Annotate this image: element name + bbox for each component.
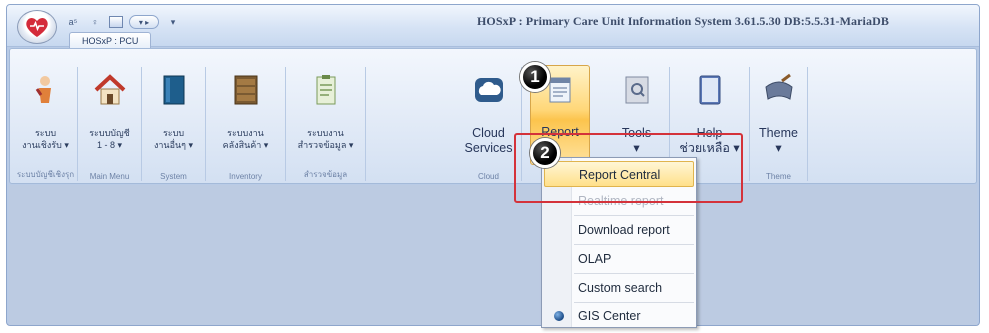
- group-cloud[interactable]: Cloud Services Cloud: [456, 67, 522, 181]
- callout-step-1: 1: [520, 62, 550, 92]
- proactive-caption: ระบบบัญชีเชิงรุก: [16, 170, 75, 179]
- group-system[interactable]: ระบบ งานอื่นๆ ▾ System: [142, 67, 206, 181]
- menu-separator: [574, 244, 694, 245]
- group-main-menu[interactable]: ระบบบัญชี 1 - 8 ▾ Main Menu: [78, 67, 142, 181]
- window-title: HOSxP : Primary Care Unit Information Sy…: [477, 14, 889, 28]
- menu-item-gis-center[interactable]: GIS Center: [544, 303, 694, 329]
- menu-item-download-report[interactable]: Download report: [544, 217, 694, 243]
- tools-icon: [620, 73, 654, 107]
- inventory-caption: Inventory: [229, 172, 262, 181]
- proactive-label: ระบบ งานเชิงรับ ▾: [22, 128, 69, 150]
- group-inventory[interactable]: ระบบงาน คลังสินค้า ▾ Inventory: [206, 67, 286, 181]
- menu-item-olap[interactable]: OLAP: [544, 246, 694, 272]
- quick-access-toolbar: a⁵ ♀ ▾ ▸ ▾: [65, 13, 181, 31]
- cloud-caption: Cloud: [478, 172, 499, 181]
- application-window: a⁵ ♀ ▾ ▸ ▾ HOSxP : Primary Care Unit Inf…: [6, 4, 980, 326]
- book-icon: [157, 73, 191, 107]
- theme-caption: Theme: [766, 172, 791, 181]
- clipboard-icon: [309, 73, 343, 107]
- title-bar: a⁵ ♀ ▾ ▸ ▾ HOSxP : Primary Care Unit Inf…: [7, 5, 979, 49]
- heart-logo-icon: [26, 18, 48, 37]
- survey-caption: สำรวจข้อมูล: [303, 170, 348, 179]
- help-icon: [693, 73, 727, 107]
- house-icon: [93, 73, 127, 107]
- user-icon[interactable]: ♀: [87, 15, 103, 29]
- ribbon: ระบบ งานเชิงรับ ▾ ระบบบัญชีเชิงรุก ระบบบ…: [9, 48, 977, 184]
- menu-separator: [574, 273, 694, 274]
- app-menu-button[interactable]: [17, 10, 57, 44]
- qat-dropdown-icon[interactable]: ▾ ▸: [129, 15, 159, 29]
- menu-separator: [574, 215, 694, 216]
- menu-item-custom-search[interactable]: Custom search: [544, 275, 694, 301]
- window-icon[interactable]: [109, 16, 123, 28]
- main-menu-label: ระบบบัญชี 1 - 8 ▾: [89, 128, 130, 150]
- theme-label: Theme ▾: [759, 126, 798, 155]
- callout-step-2: 2: [530, 138, 560, 168]
- person-icon: [29, 73, 63, 107]
- inventory-label: ระบบงาน คลังสินค้า ▾: [222, 128, 269, 150]
- tab-hosxp-pcu[interactable]: HOSxP : PCU: [69, 32, 152, 49]
- system-label: ระบบ งานอื่นๆ ▾: [153, 128, 193, 150]
- main-menu-caption: Main Menu: [89, 172, 130, 181]
- cabinet-icon: [229, 73, 263, 107]
- group-theme[interactable]: Theme ▾ Theme: [750, 67, 808, 181]
- survey-label: ระบบงาน สำรวจข้อมูล ▾: [297, 128, 354, 150]
- workspace-area: [9, 185, 977, 325]
- cloud-icon: [472, 73, 506, 107]
- group-survey[interactable]: ระบบงาน สำรวจข้อมูล ▾ สำรวจข้อมูล: [286, 67, 366, 181]
- cloud-services-label: Cloud Services: [464, 126, 513, 155]
- system-caption: System: [160, 172, 187, 181]
- zoom-icon[interactable]: a⁵: [65, 15, 81, 29]
- gis-center-label: GIS Center: [578, 309, 641, 323]
- globe-icon: [554, 311, 564, 321]
- group-proactive[interactable]: ระบบ งานเชิงรับ ▾ ระบบบัญชีเชิงรุก: [14, 67, 78, 181]
- customize-qat-icon[interactable]: ▾: [165, 15, 181, 29]
- theme-icon: [762, 73, 796, 107]
